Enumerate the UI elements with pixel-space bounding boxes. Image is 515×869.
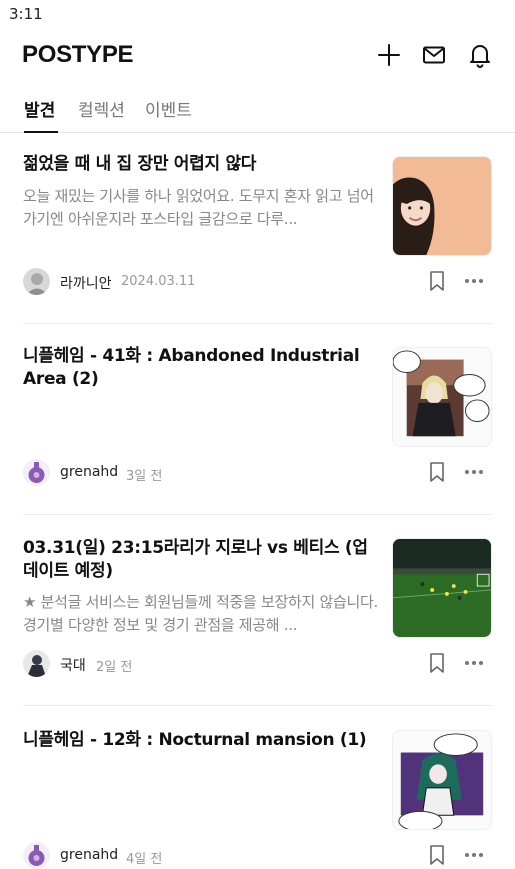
postype-logo[interactable]: POSTYPE	[22, 41, 134, 69]
author-avatar[interactable]	[23, 268, 50, 295]
post-excerpt: ★ 분석글 서비스는 회원님들께 적중을 보장하지 않습니다. 경기별 다양한 …	[23, 593, 378, 634]
author-name[interactable]: grenahd	[60, 464, 118, 480]
plus-icon[interactable]	[376, 42, 402, 68]
bookmark-icon[interactable]	[427, 270, 447, 292]
post-date: 3일 전	[126, 469, 163, 484]
author-avatar[interactable]	[23, 842, 50, 869]
status-bar: 3:11	[0, 0, 515, 30]
tab-collection[interactable]: 컬렉션	[78, 96, 125, 121]
post-thumbnail[interactable]	[392, 156, 492, 256]
post-date: 4일 전	[126, 852, 163, 867]
more-options-icon[interactable]	[463, 461, 485, 483]
author-avatar[interactable]	[23, 459, 50, 486]
post-thumbnail[interactable]	[392, 730, 492, 830]
post-thumbnail[interactable]	[392, 538, 492, 638]
author-name[interactable]: grenahd	[60, 847, 118, 863]
post-title[interactable]: 03.31(일) 23:15라리가 지로나 vs 베티스 (업데이트 예정)	[23, 537, 373, 583]
tab-discover[interactable]: 발견	[24, 96, 55, 121]
post-title[interactable]: 니플헤임 - 41화 : Abandoned Industrial Area (…	[23, 345, 373, 391]
author-name[interactable]: 라까니안	[60, 273, 112, 293]
bell-icon[interactable]	[467, 42, 493, 68]
status-time: 3:11	[9, 5, 43, 23]
post-date: 2024.03.11	[121, 274, 196, 289]
post-excerpt: 오늘 재밌는 기사를 하나 읽었어요. 도무지 혼자 읽고 넘어가기엔 아쉬운지…	[23, 187, 374, 228]
post-meta: 국대 2일 전	[23, 650, 493, 678]
divider	[23, 323, 492, 324]
post-title[interactable]: 니플헤임 - 12화 : Nocturnal mansion (1)	[23, 729, 373, 752]
bookmark-icon[interactable]	[427, 844, 447, 866]
tab-event[interactable]: 이벤트	[145, 96, 192, 121]
divider	[23, 705, 492, 706]
active-tab-indicator	[24, 131, 58, 133]
more-options-icon[interactable]	[463, 844, 485, 866]
mail-icon[interactable]	[421, 42, 447, 68]
app-header: POSTYPE	[0, 36, 515, 76]
divider	[23, 514, 492, 515]
tab-bar: 발견 컬렉션 이벤트	[0, 86, 515, 133]
post-meta: 라까니안 2024.03.11	[23, 268, 493, 296]
post-meta: grenahd 4일 전	[23, 842, 493, 869]
author-avatar[interactable]	[23, 650, 50, 677]
post-title[interactable]: 젊었을 때 내 집 장만 어렵지 않다	[23, 153, 373, 176]
bookmark-icon[interactable]	[427, 652, 447, 674]
post-thumbnail[interactable]	[392, 347, 492, 447]
post-meta: grenahd 3일 전	[23, 459, 493, 487]
more-options-icon[interactable]	[463, 652, 485, 674]
author-name[interactable]: 국대	[60, 655, 86, 675]
more-options-icon[interactable]	[463, 270, 485, 292]
bookmark-icon[interactable]	[427, 461, 447, 483]
post-date: 2일 전	[96, 660, 133, 675]
